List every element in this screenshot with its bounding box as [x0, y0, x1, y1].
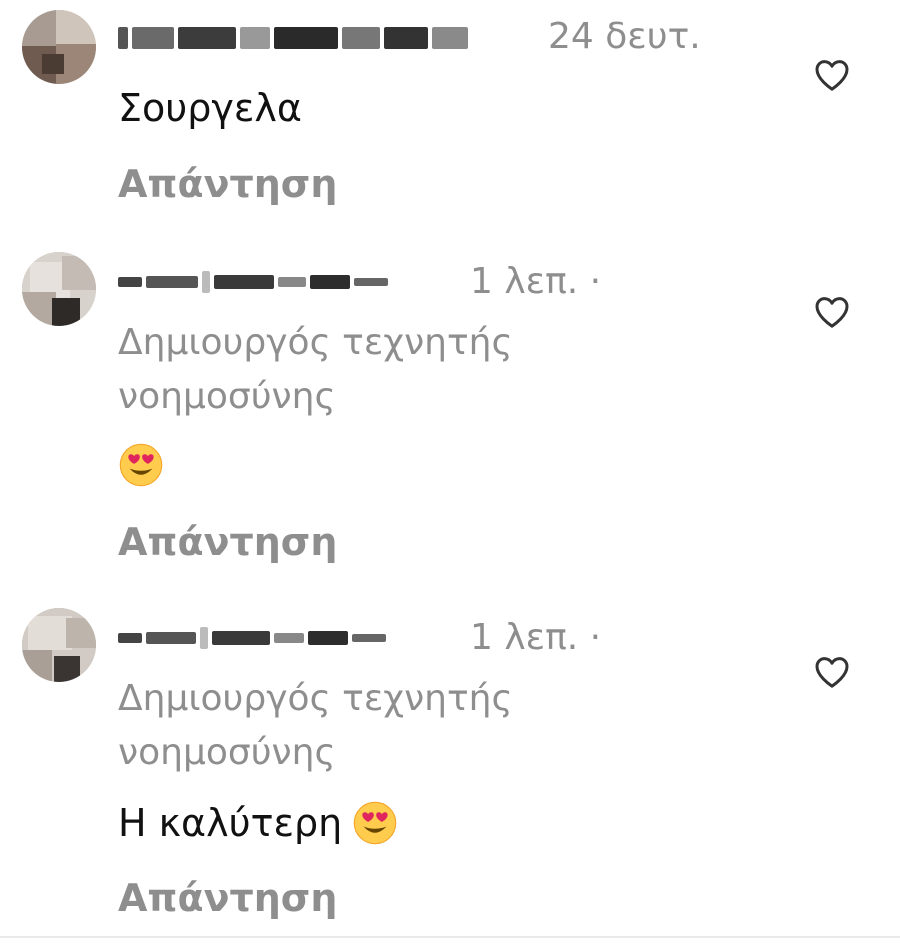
reply-button[interactable]: Απάντηση	[118, 876, 337, 920]
comment-text	[118, 442, 164, 488]
reply-button[interactable]: Απάντηση	[118, 162, 337, 206]
heart-outline-icon[interactable]	[812, 55, 852, 95]
comment-text: Η καλύτερη	[118, 800, 398, 846]
username-blurred[interactable]	[118, 18, 468, 58]
comment-timestamp: 1 λεπ. ·	[470, 617, 602, 658]
avatar[interactable]	[22, 608, 96, 682]
creator-label: Δημιουργός τεχνητής νοημοσύνης	[118, 322, 513, 417]
comment-timestamp: 1 λεπ. ·	[470, 261, 602, 302]
comment-text: Σουργελα	[118, 86, 302, 130]
heart-outline-icon[interactable]	[812, 652, 852, 692]
username-blurred[interactable]	[118, 262, 388, 302]
avatar[interactable]	[22, 252, 96, 326]
heart-eyes-emoji	[353, 801, 397, 845]
username-blurred[interactable]	[118, 618, 386, 658]
comment-text-label: Η καλύτερη	[118, 801, 343, 845]
comment-text-label: Σουργελα	[118, 86, 302, 130]
heart-eyes-emoji	[119, 443, 163, 487]
avatar[interactable]	[22, 10, 96, 84]
reply-button[interactable]: Απάντηση	[118, 520, 337, 564]
bottom-divider	[0, 936, 900, 938]
heart-outline-icon[interactable]	[812, 292, 852, 332]
comment-timestamp: 24 δευτ.	[548, 16, 701, 57]
creator-label: Δημιουργός τεχνητής νοημοσύνης	[118, 678, 513, 773]
